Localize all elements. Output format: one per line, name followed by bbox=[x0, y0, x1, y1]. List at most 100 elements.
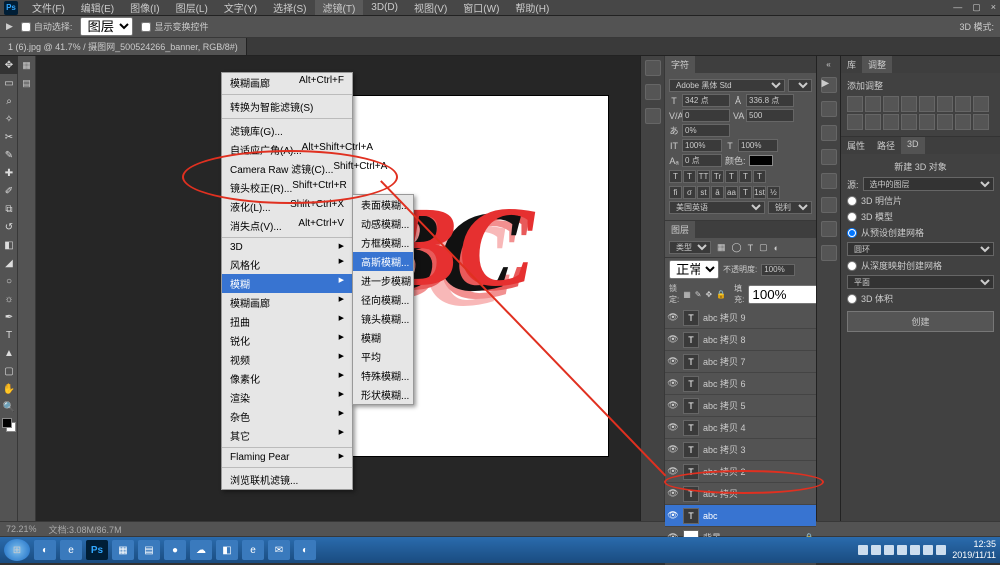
lock-icon-3[interactable]: ✥ bbox=[706, 290, 713, 299]
threed-opt-preset[interactable]: 从预设创建网格 bbox=[847, 226, 994, 239]
collapsed-icon-6[interactable] bbox=[821, 197, 837, 213]
system-tray[interactable]: 12:352019/11/11 bbox=[858, 539, 996, 561]
menu-image[interactable]: 图像(I) bbox=[122, 0, 167, 15]
filter-sub-sharpen[interactable]: 锐化 bbox=[222, 331, 352, 350]
taskbar-ps-icon[interactable]: Ps bbox=[86, 540, 108, 560]
menu-filter[interactable]: 滤镜(T) bbox=[315, 0, 364, 15]
taskbar-app4-icon[interactable]: ☁ bbox=[190, 540, 212, 560]
adj-icon[interactable] bbox=[847, 114, 863, 130]
threed-opt-volume[interactable]: 3D 体积 bbox=[847, 292, 994, 305]
lang-select[interactable]: 美国英语 bbox=[669, 201, 765, 214]
tab-libraries[interactable]: 库 bbox=[841, 56, 862, 73]
marquee-tool[interactable]: ▭ bbox=[0, 74, 18, 92]
zoom-tool[interactable]: 🔍 bbox=[0, 398, 18, 416]
visibility-icon[interactable]: 👁 bbox=[667, 334, 679, 345]
move-tool[interactable]: ✥ bbox=[0, 56, 18, 74]
taskbar-app3-icon[interactable]: ● bbox=[164, 540, 186, 560]
baseline-input[interactable] bbox=[682, 154, 722, 167]
blur-more[interactable]: 进一步模糊 bbox=[353, 271, 413, 290]
adj-icon[interactable] bbox=[973, 96, 989, 112]
visibility-icon[interactable]: 👁 bbox=[667, 378, 679, 389]
path-select-tool[interactable]: ▲ bbox=[0, 344, 18, 362]
filter-sub-distort[interactable]: 扭曲 bbox=[222, 312, 352, 331]
filter-sub-noise[interactable]: 杂色 bbox=[222, 407, 352, 426]
blur-radial[interactable]: 径向模糊... bbox=[353, 290, 413, 309]
aux-tool-1[interactable]: ▦ bbox=[18, 56, 35, 74]
filter-icon-5[interactable]: ◐ bbox=[774, 243, 779, 253]
filter-icon-2[interactable]: ◯ bbox=[732, 242, 742, 253]
layer-row[interactable]: 👁 T abc 拷贝 6 bbox=[665, 373, 816, 395]
filter-liquify[interactable]: 液化(L)...Shift+Ctrl+X bbox=[222, 197, 352, 216]
mini-icon-3[interactable] bbox=[645, 108, 661, 124]
adj-icon[interactable] bbox=[865, 96, 881, 112]
threed-depth-select[interactable]: 平面 bbox=[847, 275, 994, 289]
pen-tool[interactable]: ✒ bbox=[0, 308, 18, 326]
menu-view[interactable]: 视图(V) bbox=[406, 0, 455, 15]
collapsed-icon-3[interactable] bbox=[821, 125, 837, 141]
adj-icon[interactable] bbox=[919, 96, 935, 112]
layer-row[interactable]: 👁 T abc 拷贝 bbox=[665, 483, 816, 505]
adj-icon[interactable] bbox=[883, 114, 899, 130]
layer-row[interactable]: 👁 T abc 拷贝 5 bbox=[665, 395, 816, 417]
visibility-icon[interactable]: 👁 bbox=[667, 422, 679, 433]
menu-window[interactable]: 窗口(W) bbox=[455, 0, 507, 15]
tt-bold[interactable]: T bbox=[669, 170, 682, 183]
tab-properties[interactable]: 属性 bbox=[841, 137, 871, 154]
stamp-tool[interactable]: ⧉ bbox=[0, 200, 18, 218]
lock-icon-1[interactable]: ▦ bbox=[683, 290, 691, 299]
vscale-input[interactable] bbox=[682, 139, 722, 152]
filter-icon-1[interactable]: ▦ bbox=[717, 242, 726, 253]
tt-super[interactable]: T bbox=[725, 170, 738, 183]
adj-icon[interactable] bbox=[973, 114, 989, 130]
blur-smart[interactable]: 特殊模糊... bbox=[353, 366, 413, 385]
hscale-input[interactable] bbox=[682, 124, 730, 137]
filter-icon-3[interactable]: T bbox=[748, 243, 754, 253]
tt-sub[interactable]: T bbox=[739, 170, 752, 183]
blur-tool[interactable]: ○ bbox=[0, 272, 18, 290]
taskbar-edge-icon[interactable]: e bbox=[60, 540, 82, 560]
collapsed-icon-4[interactable] bbox=[821, 149, 837, 165]
menu-file[interactable]: 文件(F) bbox=[24, 0, 73, 15]
tab-adjustments[interactable]: 调整 bbox=[862, 56, 892, 73]
ot-1[interactable]: fi bbox=[669, 186, 682, 199]
layer-row[interactable]: 👁 T abc 拷贝 2 bbox=[665, 461, 816, 483]
lasso-tool[interactable]: ⌕ bbox=[0, 92, 18, 110]
eyedropper-tool[interactable]: ✎ bbox=[0, 146, 18, 164]
ot-5[interactable]: aa bbox=[725, 186, 738, 199]
visibility-icon[interactable]: 👁 bbox=[667, 510, 679, 521]
filter-cameraraw[interactable]: Camera Raw 滤镜(C)...Shift+Ctrl+A bbox=[222, 159, 352, 178]
canvas-area[interactable]: ABC ABC ABC ABC ABC 模糊画廊Alt+Ctrl+F 转换为智能… bbox=[36, 56, 640, 521]
filter-adaptive[interactable]: 自适应广角(A)...Alt+Shift+Ctrl+A bbox=[222, 140, 352, 159]
taskbar-app1-icon[interactable]: ▦ bbox=[112, 540, 134, 560]
blur-blur[interactable]: 模糊 bbox=[353, 328, 413, 347]
menu-help[interactable]: 帮助(H) bbox=[507, 0, 557, 15]
hand-tool[interactable]: ✋ bbox=[0, 380, 18, 398]
threed-src-select[interactable]: 选中的图层 bbox=[863, 177, 994, 191]
filter-smart[interactable]: 转换为智能滤镜(S) bbox=[222, 97, 352, 116]
shape-tool[interactable]: ▢ bbox=[0, 362, 18, 380]
taskbar-ie-icon[interactable]: e bbox=[242, 540, 264, 560]
filter-vanish[interactable]: 消失点(V)...Alt+Ctrl+V bbox=[222, 216, 352, 235]
aux-tool-2[interactable]: ▤ bbox=[18, 74, 35, 92]
close-button[interactable]: × bbox=[991, 2, 996, 13]
font-style-select[interactable]: - bbox=[788, 79, 812, 92]
layer-row[interactable]: 👁 T abc bbox=[665, 505, 816, 527]
maximize-button[interactable]: ▢ bbox=[972, 2, 981, 13]
lock-icon-2[interactable]: ✎ bbox=[695, 290, 702, 299]
filter-sub-blurgallery[interactable]: 模糊画廊 bbox=[222, 293, 352, 312]
filter-gallery[interactable]: 滤镜库(G)... bbox=[222, 121, 352, 140]
blur-lens[interactable]: 镜头模糊... bbox=[353, 309, 413, 328]
mini-icon-1[interactable] bbox=[645, 60, 661, 76]
visibility-icon[interactable]: 👁 bbox=[667, 356, 679, 367]
start-button[interactable]: ⊞ bbox=[4, 539, 30, 561]
tab-3d[interactable]: 3D bbox=[901, 137, 925, 154]
blur-gaussian[interactable]: 高斯模糊... bbox=[353, 252, 413, 271]
filter-sub-3d[interactable]: 3D bbox=[222, 240, 352, 255]
collapsed-icon-5[interactable] bbox=[821, 173, 837, 189]
text-color-swatch[interactable] bbox=[749, 155, 773, 166]
tab-paths[interactable]: 路径 bbox=[871, 137, 901, 154]
auto-select-checkbox[interactable]: 自动选择: bbox=[21, 20, 73, 33]
filter-browse-online[interactable]: 浏览联机滤镜... bbox=[222, 470, 352, 489]
visibility-icon[interactable]: 👁 bbox=[667, 400, 679, 411]
adj-icon[interactable] bbox=[955, 96, 971, 112]
